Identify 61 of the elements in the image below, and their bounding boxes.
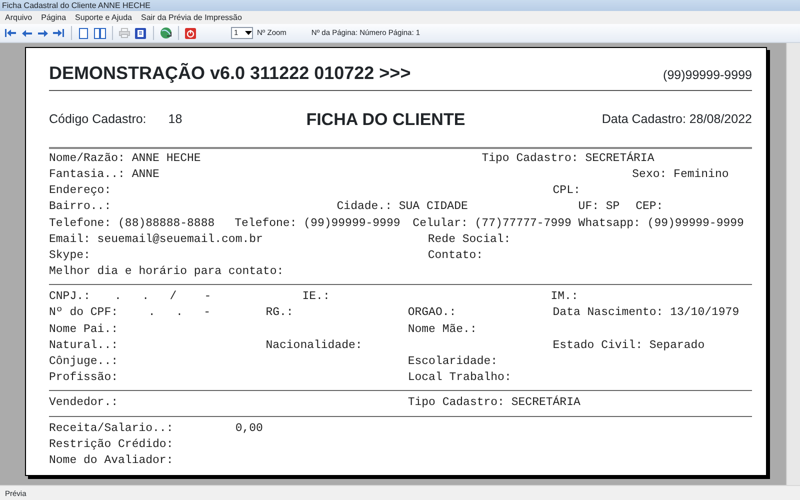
field-text: Cônjuge..:	[49, 354, 120, 370]
field-text: Fantasia..: ANNE	[49, 166, 160, 183]
field-text: Estado Civil: Separado	[552, 338, 706, 354]
field-text: . . -	[148, 305, 212, 322]
globe-icon[interactable]	[158, 26, 173, 40]
field-text: Restrição Crédido:	[49, 436, 174, 453]
field-text: Tipo Cadastro: SECRETÁRIA	[482, 150, 656, 167]
field-text: Escolaridade:	[408, 354, 499, 370]
page-icon[interactable]	[76, 26, 91, 40]
field-text: RG.:	[266, 305, 294, 322]
field-text: Contato:	[428, 248, 484, 264]
registration-date: Data Cadastro: 28/08/2022	[602, 111, 752, 128]
field-text: Email: seuemail@seuemail.com.br	[49, 232, 264, 248]
field-text: Nome Mãe.:	[408, 322, 478, 338]
field-text: . . / -	[114, 289, 212, 306]
field-text: CEP:	[636, 199, 664, 216]
vertical-scrollbar[interactable]	[786, 43, 800, 485]
field-text: Whatsapp: (99)99999-9999	[578, 216, 745, 232]
field-text: IE.:	[302, 289, 331, 306]
report-heading: FICHA DO CLIENTE	[306, 109, 466, 131]
field-text: Endereço:	[49, 183, 112, 200]
document-icon[interactable]	[133, 26, 148, 40]
field-text: Vendedor.:	[49, 395, 120, 412]
code-value: 18	[168, 111, 182, 128]
field-text: Celular: (77)77777-7999	[412, 216, 572, 232]
menu-item[interactable]: Página	[41, 11, 66, 24]
code-label: Código Cadastro:	[49, 111, 146, 128]
field-text: Nome/Razão: ANNE HECHE	[49, 150, 202, 167]
field-text: IM.:	[550, 289, 580, 306]
field-text: Telefone: (88)88888-8888	[49, 216, 216, 232]
menu-item[interactable]: Arquivo	[5, 11, 32, 24]
field-text: Cidade.: SUA CIDADE	[336, 199, 469, 216]
report-title: DEMONSTRAÇÃO v6.0 311222 010722 >>>	[49, 62, 411, 84]
field-text: UF: SP	[578, 199, 621, 216]
field-text: Profissão:	[49, 370, 120, 386]
menu-item[interactable]: Suporte e Ajuda	[75, 11, 132, 24]
field-text: Local Trabalho:	[408, 370, 512, 386]
field-text: Nome Pai.:	[49, 322, 120, 338]
field-text: Rede Social:	[428, 232, 512, 248]
field-text: Telefone: (99)99999-9999	[234, 216, 402, 232]
window-title: Ficha Cadastral do Cliente ANNE HECHE	[0, 0, 800, 11]
field-text: Nacionalidade:	[266, 338, 364, 354]
field-text: Receita/Salario..:	[49, 420, 174, 437]
field-text: Skype:	[49, 248, 92, 264]
field-text: Sexo: Feminino	[632, 166, 730, 183]
field-text: Tipo Cadastro: SECRETÁRIA	[408, 395, 582, 412]
power-icon[interactable]	[183, 26, 198, 40]
caret-icon	[245, 31, 252, 35]
field-text: Nº do CPF:	[49, 305, 120, 322]
field-text: 0,00	[235, 420, 264, 437]
field-text: Nome do Avaliador:	[49, 452, 174, 469]
field-text: Bairro..:	[49, 199, 112, 216]
two-pages-icon[interactable]	[92, 26, 107, 40]
phone-text: (99)99999-9999	[663, 67, 752, 84]
field-text: Natural..:	[49, 338, 120, 354]
field-text: CNPJ.:	[49, 289, 92, 306]
field-text: Melhor dia e horário para contato:	[49, 264, 285, 280]
menu-item[interactable]: Sair da Prévia de Impressão	[140, 11, 242, 24]
field-text: CPL:	[552, 183, 582, 200]
field-text: Data Nascimento: 13/10/1979	[552, 305, 740, 322]
field-text: ORGAO.:	[408, 305, 458, 322]
